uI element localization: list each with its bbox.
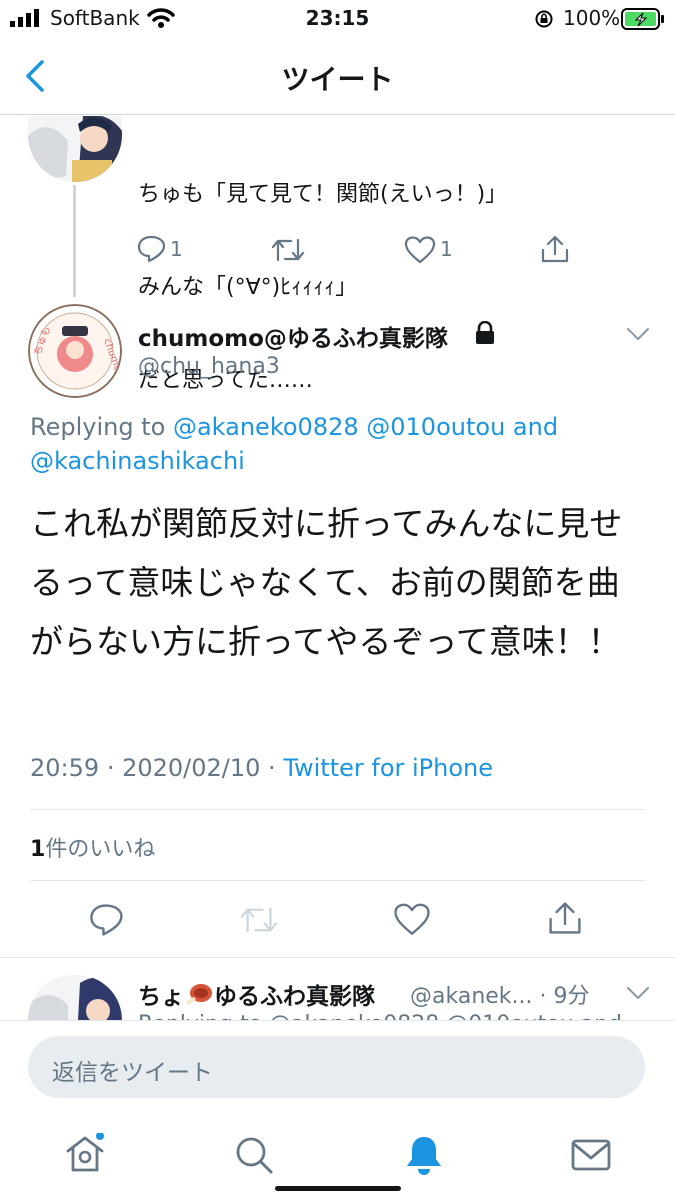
prev-tweet-line: ちゅも「見て見て！関節(えいっ！)」 [138,182,508,207]
likes-label: 件のいいね [45,837,156,862]
messages-icon[interactable] [570,1138,612,1172]
author-display-name[interactable]: chumomo@ゆるふわ真影隊 [138,319,448,353]
prev-tweet-line: みんな「(°∀°)ﾋｨｨｨｨ」 [138,275,358,300]
likes-summary[interactable]: 1件のいいね [30,831,155,863]
notifications-bell-icon[interactable] [404,1134,444,1176]
divider [0,1020,675,1021]
tweet-time: 20:59 [30,754,100,782]
prev-tweet-avatar[interactable] [28,116,122,182]
battery-percent: 100% [563,6,621,30]
protected-lock-icon [476,321,494,344]
mention-link[interactable]: @akaneko0828 [173,413,359,441]
prev-like-count: 1 [440,237,453,261]
mention-link[interactable]: @010outou [366,413,505,441]
home-indicator [275,1186,401,1191]
orientation-lock-icon [535,10,553,28]
share-icon[interactable] [547,900,583,936]
nav-divider [0,114,675,115]
mention-and: and [512,413,559,441]
reply-icon[interactable] [137,235,167,263]
like-icon[interactable] [404,236,436,264]
next-tweet-handle[interactable]: @akanek... [410,984,533,1009]
like-icon[interactable] [393,903,431,936]
next-tweet-time: · 9分 [539,984,590,1009]
next-name-prefix: ちょ [138,984,184,1010]
thread-connector [73,185,76,297]
chevron-down-icon[interactable] [626,985,650,1001]
divider [30,809,645,810]
author-avatar[interactable]: chumomo ちゅも [28,304,122,398]
next-name-suffix: ゆるふわ真影隊 [214,984,375,1010]
retweet-icon-disabled [240,907,278,933]
meat-emoji-icon [186,984,212,1005]
tweet-body: これ私が関節反対に折ってみんなに見せるって意味じゃなくて、お前の関節を曲がらない… [30,504,623,661]
prev-reply-count: 1 [170,237,183,261]
divider [30,880,645,881]
mention-link[interactable]: @kachinashikachi [30,447,245,475]
author-username[interactable]: @chu_hana3 [138,354,280,379]
replying-to: Replying to @akaneko0828 @010outou and @… [30,410,630,478]
page-title: ツイート [281,63,394,96]
next-tweet-handle-row: @akanek... · 9分 [410,978,590,1010]
next-tweet-name[interactable]: ちょ ゆるふわ真影隊 [138,977,375,1011]
chevron-down-icon[interactable] [626,326,650,342]
tweet-meta: 20:59 · 2020/02/10 · Twitter for iPhone [30,754,494,782]
tweet-source-link[interactable]: Twitter for iPhone [283,754,493,782]
retweet-icon[interactable] [271,236,305,264]
search-icon[interactable] [234,1135,274,1175]
composer-placeholder: 返信をツイート [52,1060,213,1086]
prev-tweet-text: ちゅも「見て見て！関節(えいっ！)」 みんな「(°∀°)ﾋｨｨｨｨ」 だと思って… [138,117,507,427]
reply-icon[interactable] [89,903,125,937]
home-icon[interactable] [64,1133,106,1175]
next-tweet-avatar[interactable] [28,975,122,1020]
divider [0,957,675,958]
status-bar: SoftBank 23:15 100% [0,0,675,36]
tweet-date: 2020/02/10 [122,754,261,782]
likes-count: 1 [30,837,46,862]
battery-icon [621,8,664,30]
replying-prefix: Replying to [30,413,166,441]
share-icon[interactable] [540,234,570,264]
next-tweet-replying-to: Replying to @akaneko0828 @010outou and [138,1012,622,1020]
